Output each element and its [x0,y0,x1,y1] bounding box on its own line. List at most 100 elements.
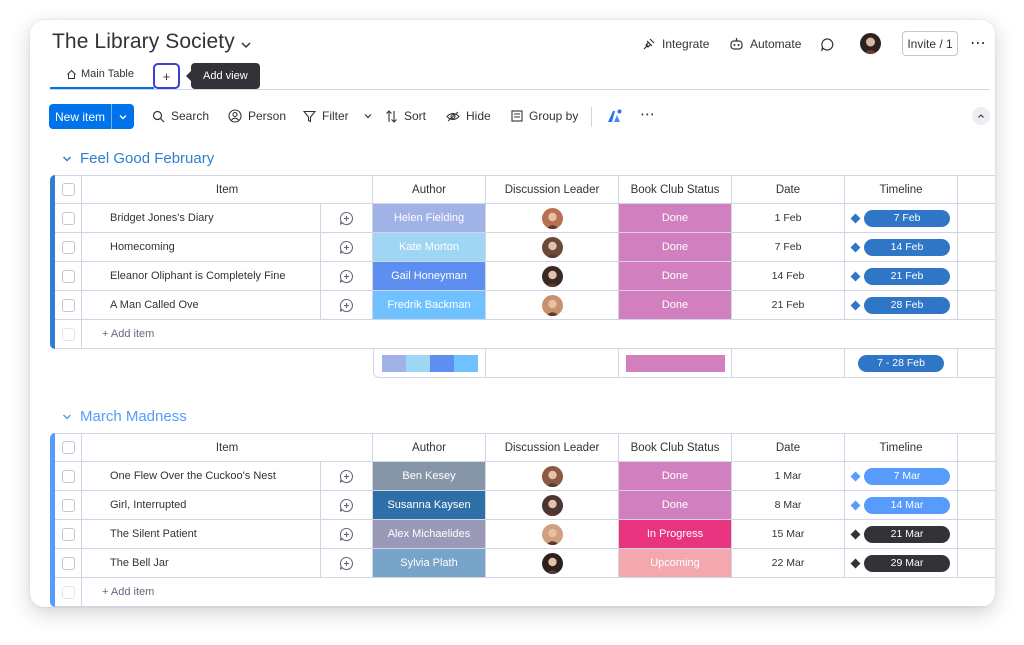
author-cell[interactable]: Fredrik Backman [373,291,486,320]
status-cell[interactable]: Upcoming [619,549,732,578]
status-cell[interactable]: Done [619,204,732,233]
row-checkbox[interactable] [61,469,75,483]
author-cell[interactable]: Ben Kesey [373,462,486,491]
person-avatar[interactable] [541,265,563,287]
date-cell[interactable]: 7 Feb [732,233,845,262]
column-header-author[interactable]: Author [373,175,486,204]
timeline-pill[interactable]: 21 Feb [864,267,950,285]
timeline-cell[interactable]: 7 Mar [845,462,958,491]
column-header-timeline[interactable]: Timeline [845,175,958,204]
table-row[interactable]: Homecoming Kate Morton Done 7 Feb 14 Feb [55,232,995,262]
add-update-icon[interactable] [339,298,354,313]
discussion-leader-cell[interactable] [486,491,619,520]
add-item-row[interactable]: + Add item [55,578,995,607]
table-row[interactable]: The Bell Jar Sylvia Plath Upcoming 22 Mar 29… [55,548,995,578]
table-row[interactable]: Girl, Interrupted Susanna Kaysen Done 8 Mar… [55,490,995,520]
date-cell[interactable]: 1 Feb [732,204,845,233]
add-item-input[interactable]: + Add item [82,578,995,607]
item-name[interactable]: The Silent Patient [110,528,197,540]
table-row[interactable]: The Silent Patient Alex Michaelides In Pro… [55,519,995,549]
person-avatar[interactable] [541,294,563,316]
column-header-date[interactable]: Date [732,433,845,462]
status-cell[interactable]: Done [619,491,732,520]
group-by-button[interactable]: Group by [511,109,578,123]
item-name[interactable]: Bridget Jones's Diary [110,212,214,224]
person-avatar[interactable] [541,494,563,516]
table-row[interactable]: A Man Called Ove Fredrik Backman Done 21 Fe… [55,290,995,320]
row-select-cell[interactable] [55,462,82,491]
collapse-toolbar-button[interactable] [972,107,990,125]
row-checkbox[interactable] [61,556,75,570]
group-title[interactable]: March Madness [80,408,187,425]
search-button[interactable]: Search [152,109,209,123]
column-header-date[interactable]: Date [732,175,845,204]
hide-button[interactable]: Hide [446,109,491,123]
timeline-pill[interactable]: 28 Feb [864,296,950,314]
sort-button[interactable]: Sort [385,109,426,123]
column-header-timeline[interactable]: Timeline [845,433,958,462]
select-all-cell[interactable] [55,175,82,204]
person-avatar[interactable] [541,236,563,258]
author-cell[interactable]: Alex Michaelides [373,520,486,549]
chevron-down-icon[interactable] [239,38,253,52]
item-cell[interactable]: Bridget Jones's Diary [82,203,373,233]
column-header-discussion-leader[interactable]: Discussion Leader [486,175,619,204]
row-select-cell[interactable] [55,204,82,233]
item-updates-cell[interactable] [320,519,372,549]
person-filter-button[interactable]: Person [228,109,286,123]
select-all-checkbox[interactable] [61,441,75,454]
timeline-cell[interactable]: 7 Feb [845,204,958,233]
new-item-button[interactable]: New item [49,104,134,129]
automate-button[interactable]: Automate [729,37,801,51]
item-name[interactable]: A Man Called Ove [110,299,199,311]
row-checkbox[interactable] [61,269,75,283]
item-updates-cell[interactable] [320,232,372,262]
timeline-cell[interactable]: 21 Mar [845,520,958,549]
row-checkbox[interactable] [61,240,75,254]
more-options-icon[interactable]: ⋯ [970,33,987,53]
timeline-cell[interactable]: 29 Mar [845,549,958,578]
status-cell[interactable]: Done [619,262,732,291]
add-update-icon[interactable] [339,469,354,484]
author-cell[interactable]: Gail Honeyman [373,262,486,291]
author-cell[interactable]: Kate Morton [373,233,486,262]
item-updates-cell[interactable] [320,548,372,578]
column-header-author[interactable]: Author [373,433,486,462]
row-select-cell[interactable] [55,549,82,578]
author-cell[interactable]: Helen Fielding [373,204,486,233]
table-row[interactable]: Eleanor Oliphant is Completely Fine Gail … [55,261,995,291]
add-update-icon[interactable] [339,527,354,542]
add-update-icon[interactable] [339,498,354,513]
item-updates-cell[interactable] [320,203,372,233]
add-update-icon[interactable] [339,556,354,571]
chevron-down-icon[interactable] [363,111,373,121]
item-updates-cell[interactable] [320,290,372,320]
column-header-item[interactable]: Item [82,433,373,462]
select-all-checkbox[interactable] [61,183,75,196]
item-name[interactable]: Girl, Interrupted [110,499,186,511]
item-name[interactable]: One Flew Over the Cuckoo's Nest [110,470,276,482]
item-cell[interactable]: The Silent Patient [82,519,373,549]
group-title[interactable]: Feel Good February [80,150,214,167]
chevron-down-icon[interactable] [62,154,72,164]
discussion-leader-cell[interactable] [486,233,619,262]
row-checkbox[interactable] [61,298,75,312]
status-cell[interactable]: Done [619,291,732,320]
column-header-add[interactable] [958,433,995,462]
user-avatar[interactable] [860,33,881,54]
group-header-march-madness[interactable]: March Madness [62,408,187,425]
timeline-pill[interactable]: 29 Mar [864,554,950,572]
tab-main-table[interactable]: Main Table [66,68,134,80]
item-name[interactable]: Homecoming [110,241,175,253]
person-avatar[interactable] [541,465,563,487]
status-cell[interactable]: Done [619,462,732,491]
row-select-cell[interactable] [55,520,82,549]
author-cell[interactable]: Sylvia Plath [373,549,486,578]
timeline-pill[interactable]: 7 Mar [864,467,950,485]
invite-button[interactable]: Invite / 1 [902,31,958,56]
timeline-pill[interactable]: 7 Feb [864,209,950,227]
timeline-cell[interactable]: 28 Feb [845,291,958,320]
table-row[interactable]: One Flew Over the Cuckoo's Nest Ben Kesey… [55,461,995,491]
chevron-down-icon[interactable] [62,412,72,422]
item-updates-cell[interactable] [320,261,372,291]
